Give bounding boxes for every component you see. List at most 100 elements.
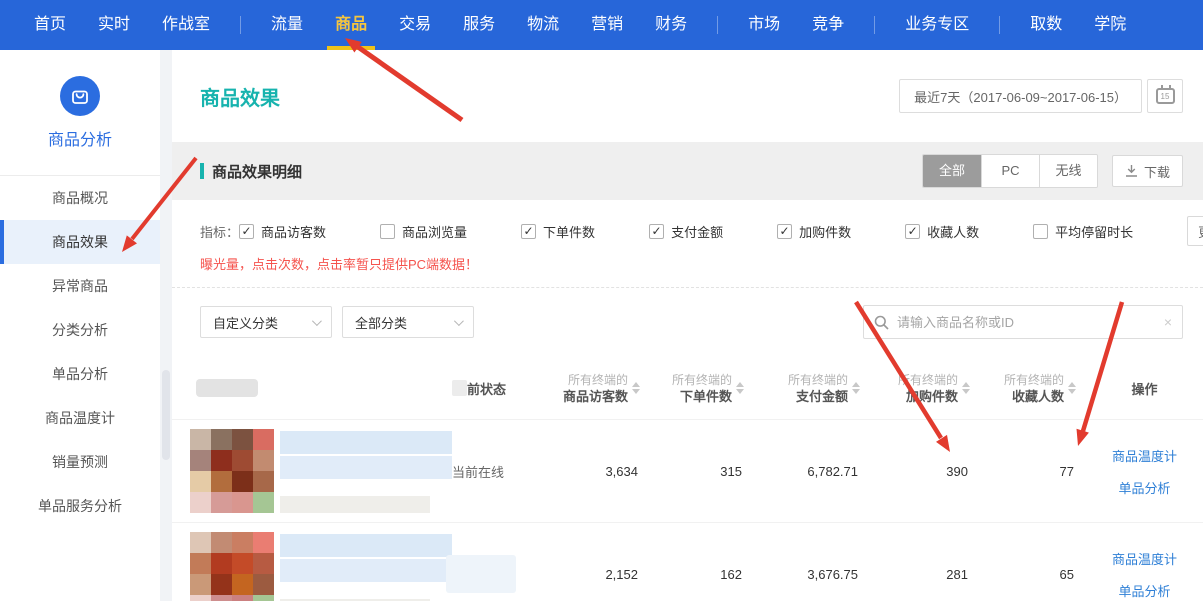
- sort-icon[interactable]: [852, 382, 860, 394]
- metric-header-prefix: 所有终端的: [672, 372, 732, 388]
- sidebar-item-单品分析[interactable]: 单品分析: [0, 352, 160, 396]
- nav-item-作战室[interactable]: 作战室: [146, 0, 226, 50]
- sidebar-item-商品温度计[interactable]: 商品温度计: [0, 396, 160, 440]
- sort-icon[interactable]: [1068, 382, 1076, 394]
- value-商品访客数: 2,152: [544, 567, 650, 582]
- checkbox-checked-icon[interactable]: [521, 224, 536, 239]
- nav-item-学院[interactable]: 学院: [1078, 0, 1142, 50]
- checkbox-unchecked-icon[interactable]: [1033, 224, 1048, 239]
- sidebar-item-商品概况[interactable]: 商品概况: [0, 176, 160, 220]
- sidebar-item-销量预测[interactable]: 销量预测: [0, 440, 160, 484]
- metric-checkbox-商品浏览量[interactable]: 商品浏览量: [380, 222, 467, 241]
- product-column-header: [172, 379, 452, 397]
- metric-column-header-商品访客数: 所有终端的商品访客数: [544, 372, 650, 405]
- terminal-segment-control: 全部PC无线: [922, 154, 1098, 188]
- metric-checkbox-支付金额[interactable]: 支付金额: [649, 222, 723, 241]
- custom-category-select[interactable]: 自定义分类: [200, 306, 332, 338]
- chevron-down-icon: [454, 316, 464, 326]
- checkbox-checked-icon[interactable]: [905, 224, 920, 239]
- sort-icon[interactable]: [962, 382, 970, 394]
- sidebar-item-分类分析[interactable]: 分类分析: [0, 308, 160, 352]
- nav-item-交易[interactable]: 交易: [383, 0, 447, 50]
- metric-checkbox-商品访客数[interactable]: 商品访客数: [239, 222, 326, 241]
- segment-全部[interactable]: 全部: [923, 155, 981, 187]
- product-analysis-bag-icon: [60, 76, 100, 116]
- nav-item-实时[interactable]: 实时: [82, 0, 146, 50]
- nav-item-物流[interactable]: 物流: [511, 0, 575, 50]
- metric-checkbox-加购件数[interactable]: 加购件数: [777, 222, 851, 241]
- value-收藏人数: 65: [980, 567, 1086, 582]
- nav-item-业务专区[interactable]: 业务专区: [889, 0, 985, 50]
- sidebar-section-title: 商品分析: [48, 126, 112, 150]
- metric-column-header-支付金额: 所有终端的支付金额: [754, 372, 870, 405]
- sidebar-item-商品效果[interactable]: 商品效果: [0, 220, 160, 264]
- nav-item-商品[interactable]: 商品: [319, 0, 383, 50]
- table-header-row: 当前状态所有终端的商品访客数所有终端的下单件数所有终端的支付金额所有终端的加购件…: [172, 357, 1203, 419]
- action-link-单品分析[interactable]: 单品分析: [1118, 581, 1170, 600]
- action-link-商品温度计[interactable]: 商品温度计: [1112, 549, 1177, 568]
- page-title: 商品效果: [200, 82, 280, 111]
- download-label: 下载: [1144, 162, 1170, 181]
- metric-header-label: 商品访客数: [563, 388, 628, 405]
- sort-icon[interactable]: [736, 382, 744, 394]
- nav-item-流量[interactable]: 流量: [255, 0, 319, 50]
- metric-column-header-收藏人数: 所有终端的收藏人数: [980, 372, 1086, 405]
- status-text: 当前在线: [452, 462, 504, 481]
- value-商品访客数: 3,634: [544, 464, 650, 479]
- calendar-button[interactable]: 15: [1147, 79, 1183, 113]
- metric-checkbox-收藏人数[interactable]: 收藏人数: [905, 222, 979, 241]
- metric-header-label: 加购件数: [906, 388, 958, 405]
- blurred-status: [446, 555, 516, 593]
- scrollbar-thumb[interactable]: [162, 370, 170, 460]
- metric-header-label: 下单件数: [680, 388, 732, 405]
- blurred-overlay: [452, 380, 467, 396]
- sidebar: 商品分析 商品概况商品效果异常商品分类分析单品分析商品温度计销量预测单品服务分析: [0, 50, 160, 601]
- blurred-product-title: [280, 532, 452, 601]
- checkbox-checked-icon[interactable]: [239, 224, 254, 239]
- more-metrics-button[interactable]: 更多: [1187, 216, 1203, 246]
- action-link-商品温度计[interactable]: 商品温度计: [1112, 446, 1177, 465]
- action-link-单品分析[interactable]: 单品分析: [1118, 478, 1170, 497]
- date-range-value[interactable]: 最近7天（2017-06-09~2017-06-15）: [899, 79, 1142, 113]
- nav-divider: [999, 16, 1000, 34]
- clear-search-icon[interactable]: ×: [1164, 314, 1172, 330]
- search-input[interactable]: [897, 315, 1156, 330]
- metric-header-prefix: 所有终端的: [788, 372, 848, 388]
- nav-item-财务[interactable]: 财务: [639, 0, 703, 50]
- status-cell: 当前在线: [452, 462, 544, 481]
- scrollbar-track[interactable]: [160, 50, 172, 601]
- product-cell[interactable]: [172, 429, 452, 513]
- product-cell[interactable]: [172, 532, 452, 601]
- download-button[interactable]: 下载: [1112, 155, 1183, 187]
- product-search-box: ×: [863, 305, 1183, 339]
- checkbox-checked-icon[interactable]: [777, 224, 792, 239]
- nav-item-营销[interactable]: 营销: [575, 0, 639, 50]
- blurred-product-title: [280, 429, 452, 513]
- sidebar-item-单品服务分析[interactable]: 单品服务分析: [0, 484, 160, 528]
- metric-checkbox-平均停留时长[interactable]: 平均停留时长: [1033, 222, 1133, 241]
- metric-column-header-加购件数: 所有终端的加购件数: [870, 372, 980, 405]
- nav-divider: [717, 16, 718, 34]
- nav-divider: [240, 16, 241, 34]
- metric-header-prefix: 所有终端的: [898, 372, 958, 388]
- action-cell: 商品温度计单品分析: [1086, 446, 1203, 497]
- metric-label: 加购件数: [799, 222, 851, 241]
- top-nav: 首页实时作战室流量商品交易服务物流营销财务市场竞争业务专区取数学院: [0, 0, 1203, 50]
- segment-PC[interactable]: PC: [981, 155, 1039, 187]
- all-category-select[interactable]: 全部分类: [342, 306, 474, 338]
- nav-item-竞争[interactable]: 竞争: [796, 0, 860, 50]
- nav-item-服务[interactable]: 服务: [447, 0, 511, 50]
- metric-header-prefix: 所有终端的: [1004, 372, 1064, 388]
- nav-item-市场[interactable]: 市场: [732, 0, 796, 50]
- sort-icon[interactable]: [632, 382, 640, 394]
- segment-无线[interactable]: 无线: [1039, 155, 1097, 187]
- nav-item-首页[interactable]: 首页: [18, 0, 82, 50]
- checkbox-checked-icon[interactable]: [649, 224, 664, 239]
- action-cell: 商品温度计单品分析: [1086, 549, 1203, 600]
- nav-item-取数[interactable]: 取数: [1014, 0, 1078, 50]
- metric-label: 商品访客数: [261, 222, 326, 241]
- checkbox-unchecked-icon[interactable]: [380, 224, 395, 239]
- sidebar-item-异常商品[interactable]: 异常商品: [0, 264, 160, 308]
- metric-header-prefix: 所有终端的: [568, 372, 628, 388]
- metric-checkbox-下单件数[interactable]: 下单件数: [521, 222, 595, 241]
